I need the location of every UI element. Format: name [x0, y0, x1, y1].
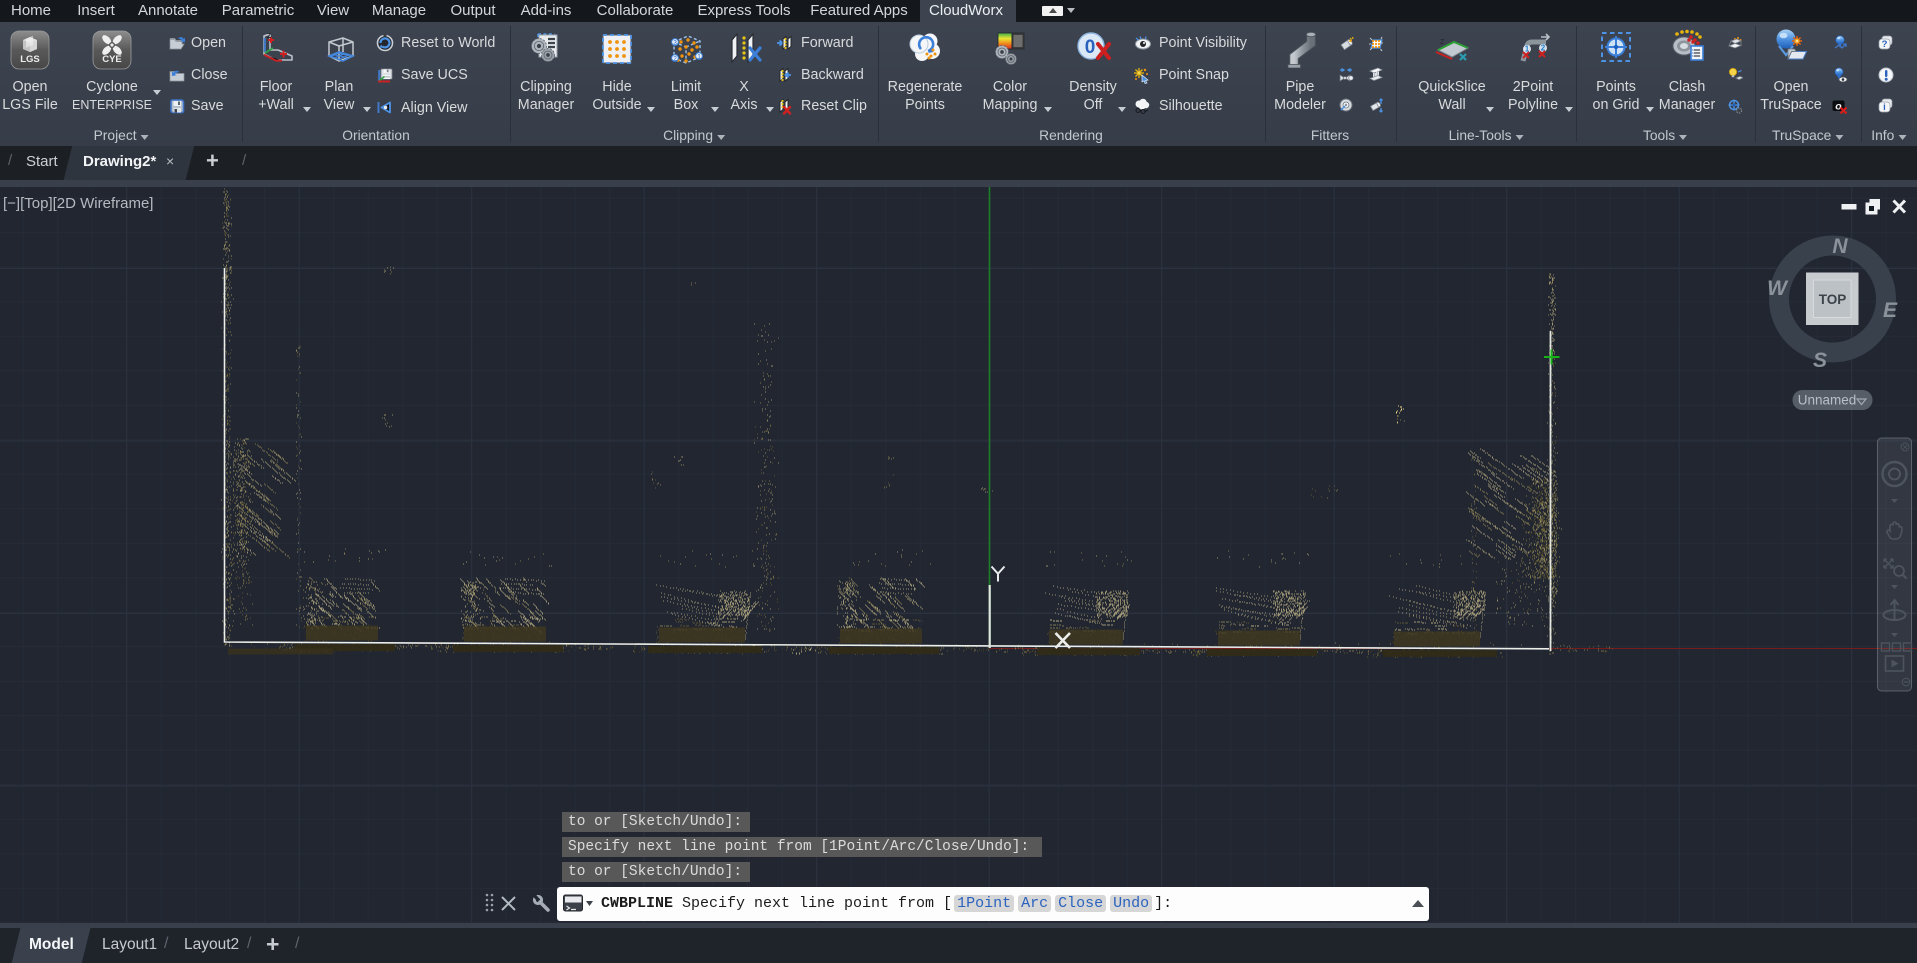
svg-text:LGS: LGS	[20, 54, 40, 65]
svg-text:CYE: CYE	[102, 54, 122, 65]
svg-text:i: i	[1883, 102, 1886, 113]
svg-text:?: ?	[1882, 39, 1888, 50]
svg-text:3: 3	[673, 40, 677, 47]
svg-text:o: o	[1835, 101, 1842, 113]
svg-text:1: 1	[697, 54, 701, 61]
svg-text:Z: Z	[267, 33, 272, 40]
svg-text:2: 2	[673, 56, 677, 63]
svg-text:0: 0	[1085, 37, 1096, 58]
svg-text:Z: Z	[1440, 39, 1445, 46]
